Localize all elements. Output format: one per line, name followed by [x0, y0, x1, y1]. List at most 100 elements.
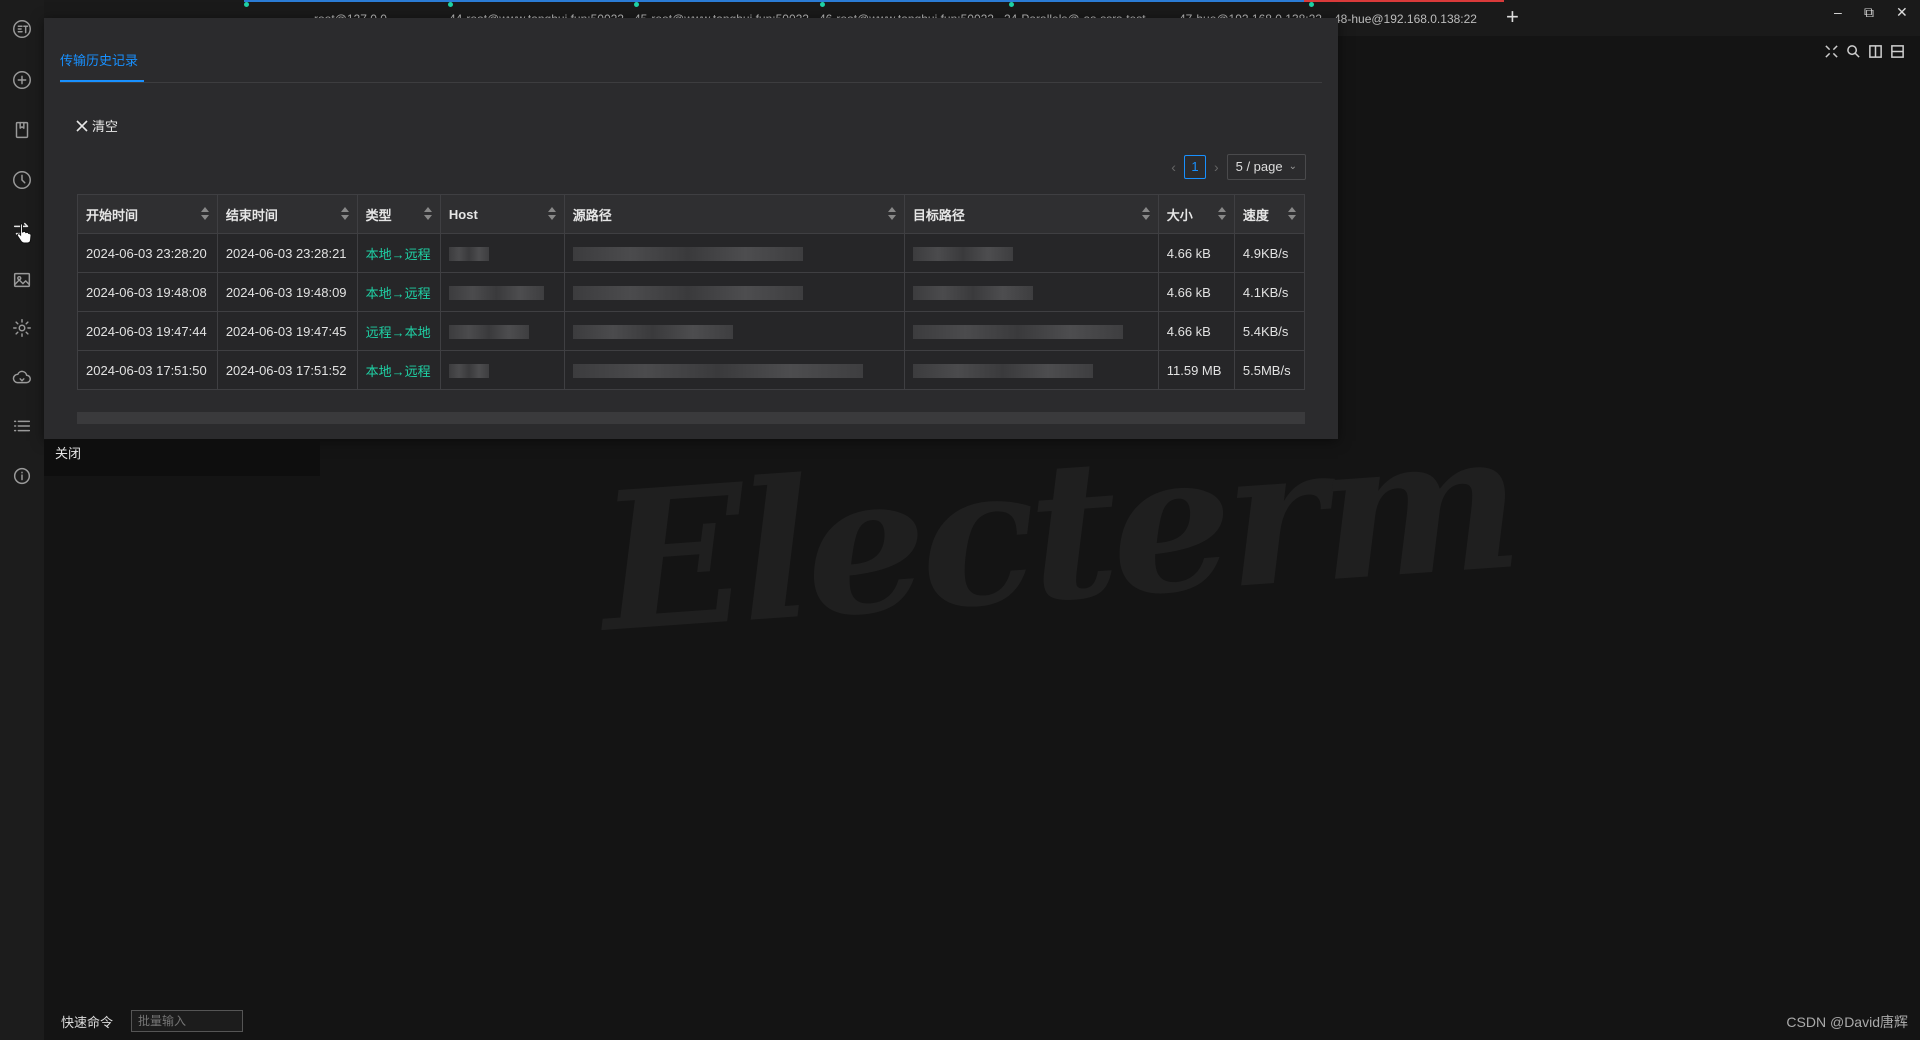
- column-header-start[interactable]: 开始时间: [77, 194, 218, 234]
- size-cell: 4.66 kB: [1158, 311, 1235, 351]
- tab-status-line: [44, 0, 244, 2]
- search-icon[interactable]: [1846, 44, 1860, 58]
- history-icon[interactable]: [0, 158, 44, 202]
- batch-list-icon[interactable]: [0, 404, 44, 448]
- column-header-size[interactable]: 大小: [1158, 194, 1235, 234]
- info-icon[interactable]: [0, 454, 44, 498]
- split-horizontal-icon[interactable]: [1868, 44, 1882, 58]
- size-cell: 4.66 kB: [1158, 272, 1235, 312]
- type-cell: 本地→远程: [357, 272, 441, 312]
- electerm-logo-icon[interactable]: [0, 7, 44, 51]
- column-header-host[interactable]: Host: [440, 194, 565, 234]
- source-path-cell-redacted: [564, 350, 905, 390]
- close-window-button[interactable]: ✕: [1896, 4, 1908, 21]
- speed-cell: 5.5MB/s: [1234, 350, 1306, 390]
- split-vertical-icon[interactable]: [1890, 44, 1904, 58]
- type-cell: 远程→本地: [357, 311, 441, 351]
- sort-icon[interactable]: [1217, 207, 1226, 221]
- size-cell: 4.66 kB: [1158, 233, 1235, 273]
- table-scrollbar[interactable]: [77, 412, 1305, 424]
- tab-item[interactable]: 48-hue@192.168.0.138:22: [1334, 0, 1499, 34]
- start-time-cell: 2024-06-03 19:47:44: [77, 311, 218, 351]
- table-row[interactable]: 2024-06-03 23:28:20 2024-06-03 23:28:21 …: [77, 233, 1306, 273]
- chevron-down-icon: ⌄: [1288, 161, 1297, 172]
- speed-cell: 5.4KB/s: [1234, 311, 1306, 351]
- host-cell-redacted: [440, 350, 565, 390]
- batch-input-field[interactable]: [131, 1010, 244, 1032]
- column-header-type[interactable]: 类型: [357, 194, 441, 234]
- bookmarks-icon[interactable]: [0, 108, 44, 152]
- source-path-cell-redacted: [564, 233, 905, 273]
- speed-cell: 4.9KB/s: [1234, 233, 1306, 273]
- sort-icon[interactable]: [1141, 207, 1150, 221]
- fullscreen-icon[interactable]: [1824, 44, 1838, 58]
- tab-status-dot: [1009, 2, 1014, 7]
- tab-status-line: [244, 0, 1304, 2]
- start-time-cell: 2024-06-03 19:48:08: [77, 272, 218, 312]
- target-path-cell-redacted: [904, 233, 1159, 273]
- source-path-cell-redacted: [564, 311, 905, 351]
- left-sidebar: [0, 0, 44, 1040]
- start-time-cell: 2024-06-03 17:51:50: [77, 350, 218, 390]
- quick-command-bar: 快速命令: [61, 1010, 244, 1032]
- host-cell-redacted: [440, 311, 565, 351]
- end-time-cell: 2024-06-03 23:28:21: [217, 233, 358, 273]
- end-time-cell: 2024-06-03 17:51:52: [217, 350, 358, 390]
- page-size-select[interactable]: 5 / page ⌄: [1226, 154, 1306, 180]
- sort-icon[interactable]: [1288, 207, 1296, 221]
- tab-transfer-history[interactable]: 传输历史记录: [60, 50, 138, 69]
- start-time-cell: 2024-06-03 23:28:20: [77, 233, 218, 273]
- column-header-speed[interactable]: 速度: [1234, 194, 1306, 234]
- table-row[interactable]: 2024-06-03 19:47:44 2024-06-03 19:47:45 …: [77, 311, 1306, 351]
- tab-status-dot: [244, 2, 249, 7]
- speed-cell: 4.1KB/s: [1234, 272, 1306, 312]
- tab-status-dot: [448, 2, 453, 7]
- new-tab-icon[interactable]: [0, 58, 44, 102]
- type-cell: 本地→远程: [357, 233, 441, 273]
- column-header-source-path[interactable]: 源路径: [564, 194, 905, 234]
- transfer-history-panel: 传输历史记录 清空 ‹ 1 › 5 / page ⌄ 开始时间 结束时间 类型 …: [44, 18, 1338, 439]
- next-page-icon[interactable]: ›: [1214, 159, 1219, 175]
- target-path-cell-redacted: [904, 311, 1159, 351]
- type-cell: 本地→远程: [357, 350, 441, 390]
- settings-gear-icon[interactable]: [0, 306, 44, 350]
- hand-cursor-icon: [16, 223, 32, 244]
- close-icon: [76, 119, 88, 132]
- restore-button[interactable]: ⧉: [1864, 4, 1874, 21]
- tab-status-dot: [820, 2, 825, 7]
- csdn-watermark: CSDN @David唐辉: [1786, 1014, 1908, 1030]
- sort-icon[interactable]: [340, 207, 349, 221]
- quick-command-label: 快速命令: [61, 1014, 114, 1030]
- target-path-cell-redacted: [904, 272, 1159, 312]
- active-tab-indicator: [60, 80, 144, 82]
- size-cell: 11.59 MB: [1158, 350, 1235, 390]
- close-button[interactable]: 关闭: [44, 440, 320, 476]
- target-path-cell-redacted: [904, 350, 1159, 390]
- prev-page-icon[interactable]: ‹: [1171, 159, 1176, 175]
- minimize-button[interactable]: –: [1834, 4, 1842, 20]
- source-path-cell-redacted: [564, 272, 905, 312]
- page-size-value: 5 / page: [1235, 159, 1283, 174]
- column-header-target-path[interactable]: 目标路径: [904, 194, 1159, 234]
- clear-button[interactable]: 清空: [76, 116, 118, 135]
- sort-icon[interactable]: [547, 207, 556, 221]
- transfer-history-table: 开始时间 结束时间 类型 Host 源路径 目标路径 大小 速度 2024-06…: [77, 194, 1306, 390]
- terminal-toolbar: [1824, 44, 1904, 58]
- host-cell-redacted: [440, 272, 565, 312]
- image-icon[interactable]: [0, 258, 44, 302]
- sort-icon[interactable]: [200, 207, 209, 221]
- table-row[interactable]: 2024-06-03 17:51:50 2024-06-03 17:51:52 …: [77, 350, 1306, 390]
- end-time-cell: 2024-06-03 19:47:45: [217, 311, 358, 351]
- clear-label: 清空: [92, 119, 119, 134]
- tab-status-dot: [634, 2, 639, 7]
- page-number-current[interactable]: 1: [1183, 155, 1206, 179]
- tab-status-line: [1304, 0, 1504, 2]
- column-header-end[interactable]: 结束时间: [217, 194, 358, 234]
- add-tab-button[interactable]: +: [1506, 6, 1519, 28]
- tab-status-dot: [1309, 2, 1314, 7]
- tab-label: 48-hue@192.168.0.138:22: [1334, 12, 1477, 26]
- table-row[interactable]: 2024-06-03 19:48:08 2024-06-03 19:48:09 …: [77, 272, 1306, 312]
- cloud-sync-icon[interactable]: [0, 356, 44, 400]
- sort-icon[interactable]: [423, 207, 432, 221]
- sort-icon[interactable]: [887, 207, 896, 221]
